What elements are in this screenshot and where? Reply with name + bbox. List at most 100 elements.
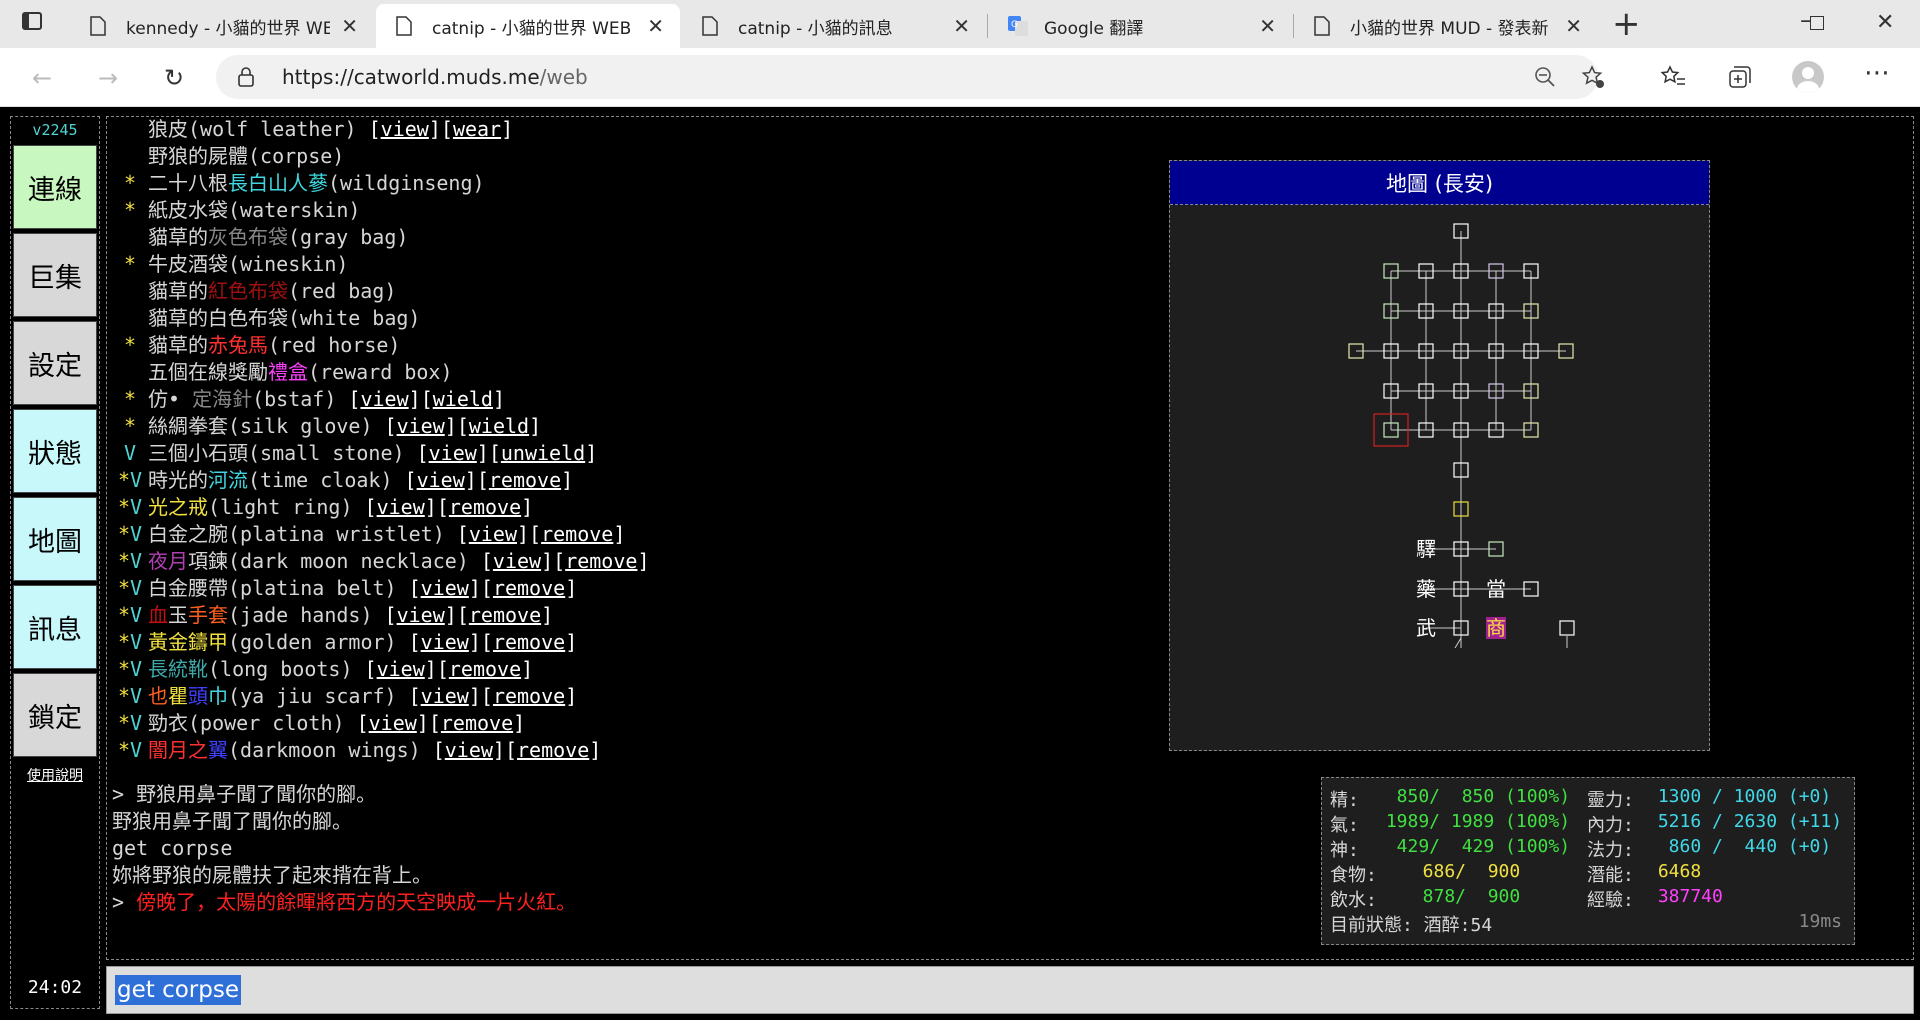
map-label-martial: 武 — [1416, 616, 1436, 640]
svg-text:G: G — [1011, 20, 1018, 30]
item-action-link[interactable]: remove — [449, 495, 521, 519]
bracket: ] — [492, 387, 505, 411]
bracket: ] — [468, 684, 481, 708]
item-action-link[interactable]: remove — [441, 711, 513, 735]
tab-actions-icon[interactable] — [22, 12, 42, 30]
item-action-link[interactable]: remove — [541, 522, 613, 546]
item-action-link[interactable]: view — [417, 468, 465, 492]
lock-icon[interactable] — [238, 67, 254, 87]
forward-button[interactable]: → — [90, 60, 126, 96]
item-action-link[interactable]: remove — [449, 657, 521, 681]
item-action-link[interactable]: view — [429, 441, 477, 465]
bracket: [ — [476, 468, 489, 492]
clock: 24:02 — [27, 977, 83, 998]
item-text: 三個小石頭(small stone) — [148, 441, 417, 465]
item-action-link[interactable]: view — [397, 414, 445, 438]
item-action-link[interactable]: remove — [565, 549, 637, 573]
item-action-link[interactable]: view — [445, 738, 493, 762]
inventory-item: 貓草的紅色布袋(red bag) — [112, 278, 1212, 305]
item-text: 闇月 — [148, 738, 188, 762]
stat-shen-value: 429/ 429 (100%) — [1375, 836, 1571, 857]
stat-neili-value: 5216 / 2630 (+11) — [1647, 811, 1843, 832]
item-action-link[interactable]: view — [397, 603, 445, 627]
close-tab-icon[interactable]: ✕ — [1565, 14, 1582, 38]
item-action-link[interactable]: view — [369, 711, 417, 735]
item-text: 赤兔馬 — [208, 333, 268, 357]
item-action-link[interactable]: unwield — [501, 441, 585, 465]
item-action-link[interactable]: remove — [493, 684, 565, 708]
close-tab-icon[interactable]: ✕ — [953, 14, 970, 38]
sidebar-button-3[interactable]: 狀態 — [13, 409, 97, 493]
item-text: 白金之腕(platina wristlet) — [148, 522, 457, 546]
tab-kennedy[interactable]: kennedy - 小貓的世界 WE ✕ — [70, 4, 374, 48]
item-action-link[interactable]: view — [360, 387, 408, 411]
add-favorite-icon[interactable] — [1581, 65, 1605, 89]
new-tab-button[interactable]: + — [1612, 4, 1641, 44]
close-window-button[interactable]: ✕ — [1876, 10, 1894, 35]
bracket: ] — [464, 468, 477, 492]
item-action-link[interactable]: view — [381, 117, 429, 141]
item-text: 野狼的屍體(corpse) — [148, 144, 345, 168]
sidebar-button-5[interactable]: 訊息 — [13, 585, 97, 669]
item-action-link[interactable]: view — [421, 630, 469, 654]
inventory-item: *V 時光的河流(time cloak) [view][remove] — [112, 467, 1212, 494]
close-tab-icon[interactable]: ✕ — [647, 14, 664, 38]
item-action-link[interactable]: view — [421, 684, 469, 708]
item-action-link[interactable]: wear — [453, 117, 501, 141]
url-field[interactable]: https://catworld.muds.me/web — [216, 55, 1604, 99]
close-tab-icon[interactable]: ✕ — [1259, 14, 1276, 38]
item-marker: *V — [117, 576, 143, 600]
bracket: [ — [436, 657, 449, 681]
tab-mud-forum[interactable]: 小貓的世界 MUD - 發表新 ✕ — [1294, 4, 1598, 48]
sidebar-button-1[interactable]: 巨集 — [13, 233, 97, 317]
item-action-link[interactable]: view — [377, 495, 425, 519]
map-room[interactable] — [1559, 620, 1575, 636]
map-title: 地圖 (長安) — [1170, 161, 1709, 205]
sidebar-button-2[interactable]: 設定 — [13, 321, 97, 405]
stat-potential-label: 潛能: — [1587, 865, 1634, 886]
item-action-link[interactable]: wield — [469, 414, 529, 438]
tab-catnip-messages[interactable]: catnip - 小貓的訊息 ✕ — [682, 4, 986, 48]
item-text: (time cloak) — [248, 468, 405, 492]
tab-google-translate[interactable]: G Google 翻譯 ✕ — [988, 4, 1292, 48]
sidebar-button-0[interactable]: 連線 — [13, 145, 97, 229]
item-action-link[interactable]: view — [377, 657, 425, 681]
bracket: ] — [517, 522, 530, 546]
back-button[interactable]: ← — [24, 60, 60, 96]
item-text: 貓草的 — [148, 279, 208, 303]
stat-exp-value: 387740 — [1647, 886, 1723, 907]
bracket: [ — [440, 117, 453, 141]
close-tab-icon[interactable]: ✕ — [341, 14, 358, 38]
item-action-link[interactable]: remove — [469, 603, 541, 627]
bracket: [ — [456, 414, 469, 438]
profile-avatar[interactable] — [1792, 61, 1824, 93]
command-input[interactable]: get corpse — [106, 966, 1914, 1014]
tab-catnip-web[interactable]: catnip - 小貓的世界 WEB ✕ — [376, 4, 680, 48]
google-translate-icon: G — [1008, 16, 1028, 36]
item-action-link[interactable]: view — [493, 549, 541, 573]
item-action-link[interactable]: remove — [493, 630, 565, 654]
sidebar-button-6[interactable]: 鎖定 — [13, 673, 97, 757]
stat-qi-label: 氣: — [1330, 815, 1359, 836]
collections-icon[interactable] — [1728, 65, 1752, 89]
item-action-link[interactable]: remove — [493, 576, 565, 600]
stat-exp-label: 經驗: — [1587, 890, 1634, 911]
help-link[interactable]: 使用說明 — [11, 765, 99, 785]
sidebar-button-4[interactable]: 地圖 — [13, 497, 97, 581]
item-text: 長統靴 — [148, 657, 208, 681]
item-action-link[interactable]: wield — [433, 387, 493, 411]
bracket: [ — [408, 630, 421, 654]
more-options-icon[interactable]: ⋯ — [1864, 58, 1890, 88]
message-text: 野狼用鼻子聞了聞你的腳。 — [112, 809, 352, 833]
favorites-icon[interactable] — [1660, 65, 1686, 89]
item-text: 瞿 — [168, 684, 188, 708]
item-action-link[interactable]: remove — [489, 468, 561, 492]
item-marker: * — [123, 252, 137, 276]
zoom-out-icon[interactable] — [1534, 66, 1556, 88]
item-action-link[interactable]: view — [421, 576, 469, 600]
bracket: [ — [404, 468, 417, 492]
item-action-link[interactable]: remove — [517, 738, 589, 762]
restore-icon[interactable] — [1810, 16, 1824, 30]
item-action-link[interactable]: view — [469, 522, 517, 546]
refresh-button[interactable]: ↻ — [156, 60, 192, 96]
